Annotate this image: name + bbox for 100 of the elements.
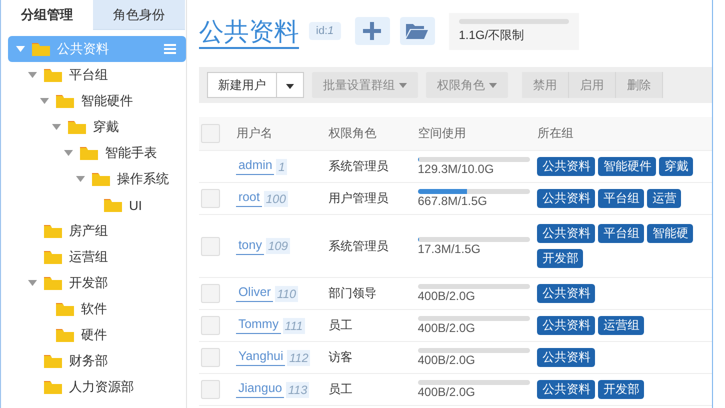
group-tag: 公共资料 bbox=[537, 224, 596, 243]
tree-label: 开发部 bbox=[69, 274, 108, 292]
folder-icon bbox=[55, 327, 75, 343]
user-id: 109 bbox=[266, 238, 290, 254]
row-checkbox[interactable] bbox=[201, 236, 220, 256]
tree-item[interactable]: 财务部 bbox=[8, 348, 186, 374]
caret-icon[interactable] bbox=[28, 72, 37, 78]
folder-icon bbox=[67, 119, 87, 135]
tree-item[interactable]: 穿戴 bbox=[8, 114, 186, 140]
group-tag: 公共资料 bbox=[537, 380, 596, 399]
group-tag: 运营组 bbox=[598, 316, 644, 335]
tree-label: 公共资料 bbox=[57, 40, 109, 58]
tree-label: 房产组 bbox=[69, 222, 108, 240]
usage-text: 400B/2.0G bbox=[418, 353, 476, 367]
table-row[interactable]: Tommy 111 员工 400B/2.0G 公共资料 运营组 bbox=[199, 310, 712, 342]
folder-icon bbox=[43, 249, 63, 265]
caret-icon[interactable] bbox=[16, 46, 25, 52]
caret-icon[interactable] bbox=[40, 98, 49, 104]
usage-text: 667.8M/1.5G bbox=[418, 194, 488, 208]
table-row[interactable]: tony 109 系统管理员 17.3M/1.5G 公共资料 平台组 智能硬 开发部 bbox=[199, 215, 712, 278]
table-cell-text: 部门领导 bbox=[328, 285, 378, 302]
folder-button[interactable] bbox=[400, 17, 435, 45]
group-tag: 开发部 bbox=[598, 380, 644, 399]
table-row[interactable]: Oliver 110 部门领导 400B/2.0G 公共资料 bbox=[199, 278, 712, 310]
add-button[interactable] bbox=[354, 17, 390, 45]
folder-icon bbox=[79, 145, 99, 161]
tree-label: 人力资源部 bbox=[69, 378, 134, 396]
group-title: 公共资料 bbox=[199, 17, 299, 49]
sidebar-tab[interactable]: 角色身份 bbox=[93, 0, 185, 30]
caret-icon bbox=[489, 82, 497, 88]
menu-icon[interactable] bbox=[164, 44, 176, 54]
folder-open-icon bbox=[406, 23, 428, 39]
usage-text: 400B/2.0G bbox=[418, 385, 476, 399]
table-row[interactable]: Jianguo 113 员工 400B/2.0G 公共资料 开发部 bbox=[199, 374, 712, 406]
tree-item[interactable]: 智能硬件 bbox=[8, 88, 186, 114]
tree-item[interactable]: 智能手表 bbox=[8, 140, 186, 166]
row-checkbox[interactable] bbox=[201, 316, 220, 335]
user-id: 112 bbox=[287, 350, 310, 366]
caret-icon[interactable] bbox=[64, 150, 73, 156]
table-cell-text: 系统管理员 bbox=[328, 158, 390, 175]
row-checkbox[interactable] bbox=[201, 380, 220, 399]
group-tag: 智能硬 bbox=[647, 224, 694, 243]
group-tag: 平台组 bbox=[598, 224, 644, 243]
table-cell-text: 员工 bbox=[328, 381, 354, 398]
column-header: 权限角色 bbox=[328, 125, 378, 142]
user-id: 110 bbox=[274, 286, 298, 302]
caret-icon[interactable] bbox=[52, 124, 61, 130]
tree-item[interactable]: 开发部 bbox=[8, 270, 186, 296]
tree-item[interactable]: 软件 bbox=[8, 296, 186, 322]
group-tag: 平台组 bbox=[598, 189, 644, 208]
tree-item[interactable]: 人力资源部 bbox=[8, 374, 186, 400]
select-all-checkbox[interactable] bbox=[201, 124, 220, 143]
column-header: 用户名 bbox=[236, 125, 274, 142]
folder-icon bbox=[43, 379, 63, 395]
tree-label: 平台组 bbox=[69, 66, 108, 84]
tree-label: 财务部 bbox=[69, 352, 108, 370]
folder-icon bbox=[55, 301, 75, 317]
column-header: 空间使用 bbox=[418, 125, 467, 142]
group-tag: 公共资料 bbox=[537, 157, 596, 176]
group-tag: 开发部 bbox=[537, 249, 584, 268]
tree-label: 运营组 bbox=[69, 248, 108, 266]
tree-label: UI bbox=[129, 198, 142, 212]
group-tag: 公共资料 bbox=[537, 316, 596, 335]
group-tag: 运营 bbox=[647, 189, 682, 208]
row-checkbox[interactable] bbox=[201, 189, 220, 208]
tree-item[interactable]: 平台组 bbox=[8, 62, 186, 88]
caret-icon bbox=[399, 82, 407, 88]
storage-text: 1.1G/不限制 bbox=[458, 28, 524, 42]
table-row[interactable]: admin 1 系统管理员 129.3M/10.0G 公共资料 智能硬件 穿戴 bbox=[199, 151, 712, 183]
table-row[interactable]: Yanghui 112 访客 400B/2.0G 公共资料 bbox=[199, 342, 712, 374]
folder-icon bbox=[91, 171, 111, 187]
table-cell-text: 用户管理员 bbox=[328, 190, 390, 207]
user-id: 100 bbox=[264, 190, 288, 206]
table-row[interactable]: root 100 用户管理员 667.8M/1.5G 公共资料 平台组 运营 bbox=[199, 183, 712, 215]
tree-item[interactable]: 操作系统 bbox=[8, 166, 186, 192]
row-checkbox[interactable] bbox=[201, 348, 220, 367]
group-tag: 穿戴 bbox=[659, 157, 694, 176]
group-tag: 公共资料 bbox=[537, 189, 596, 208]
caret-icon[interactable] bbox=[76, 176, 85, 182]
folder-icon bbox=[43, 223, 63, 239]
column-header: 所在组 bbox=[536, 125, 574, 142]
usage-text: 17.3M/1.5G bbox=[418, 242, 482, 256]
row-checkbox[interactable] bbox=[201, 284, 220, 303]
table-cell-text: 访客 bbox=[328, 349, 354, 366]
group-tag: 公共资料 bbox=[537, 348, 596, 367]
tree-item[interactable]: 硬件 bbox=[8, 322, 186, 348]
plus-icon bbox=[363, 22, 382, 40]
usage-text: 400B/2.0G bbox=[418, 289, 476, 303]
tree-label: 操作系统 bbox=[117, 170, 169, 188]
user-id: 1 bbox=[276, 158, 288, 174]
tree-label: 硬件 bbox=[81, 326, 107, 344]
group-tag: 智能硬件 bbox=[598, 157, 656, 176]
tree-item[interactable]: UI bbox=[8, 192, 186, 218]
caret-icon[interactable] bbox=[28, 280, 37, 286]
tree-label: 软件 bbox=[81, 300, 107, 318]
folder-icon bbox=[103, 197, 123, 213]
tree-item[interactable]: 运营组 bbox=[8, 244, 186, 270]
tree-item[interactable]: 房产组 bbox=[8, 218, 186, 244]
table-cell-text: 员工 bbox=[328, 317, 354, 334]
tree-label: 穿戴 bbox=[93, 118, 119, 136]
